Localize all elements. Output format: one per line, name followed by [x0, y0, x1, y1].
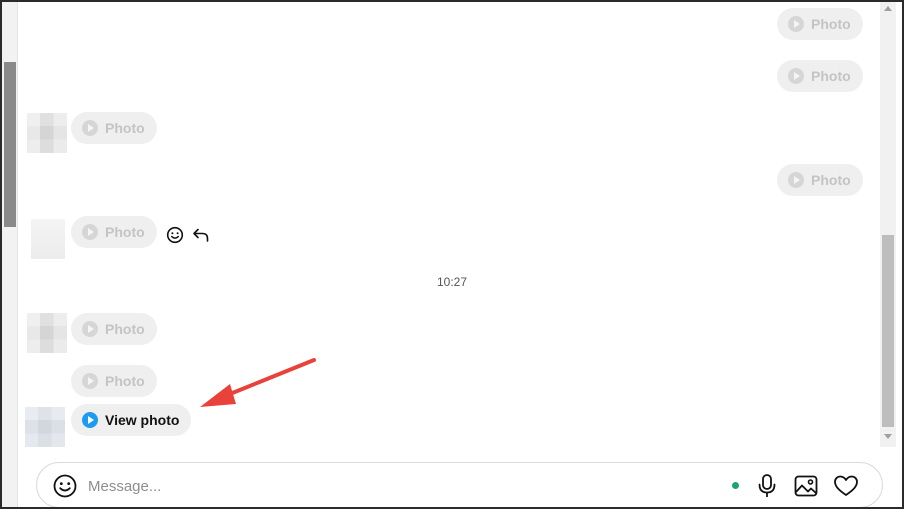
smiley-icon[interactable] [166, 226, 184, 244]
play-icon [788, 172, 804, 188]
message-hover-actions [166, 226, 210, 244]
emoji-icon[interactable] [52, 473, 78, 499]
photo-message[interactable]: Photo [777, 60, 863, 92]
annotation-arrow-icon [200, 358, 316, 407]
photo-message-label: Photo [811, 172, 851, 188]
photo-message[interactable]: Photo [71, 112, 157, 144]
sender-avatar[interactable] [31, 219, 65, 259]
photo-message[interactable]: Photo [777, 8, 863, 40]
photo-message-label: Photo [811, 16, 851, 32]
photo-message-label: Photo [105, 373, 145, 389]
left-scroll-thumb[interactable] [4, 62, 16, 227]
reply-icon[interactable] [192, 226, 210, 244]
heart-icon[interactable] [833, 473, 859, 499]
play-icon [82, 321, 98, 337]
scroll-thumb[interactable] [882, 235, 894, 427]
view-photo-label: View photo [105, 412, 180, 428]
play-icon [82, 224, 98, 240]
photo-message[interactable]: Photo [71, 313, 157, 345]
photo-message[interactable]: Photo [777, 164, 863, 196]
play-icon [788, 16, 804, 32]
scroll-down-arrow-icon[interactable] [884, 434, 892, 439]
image-icon[interactable] [793, 473, 819, 499]
message-input[interactable] [88, 475, 688, 497]
sender-avatar[interactable] [27, 113, 67, 153]
left-scroll-strip [2, 2, 18, 507]
online-status-dot [732, 482, 739, 489]
view-photo-button[interactable]: View photo [71, 404, 192, 436]
play-icon [82, 373, 98, 389]
play-icon [788, 68, 804, 84]
play-icon [82, 412, 98, 428]
scroll-up-arrow-icon[interactable] [884, 6, 892, 11]
photo-message-label: Photo [105, 321, 145, 337]
photo-message-label: Photo [105, 120, 145, 136]
sender-avatar[interactable] [25, 407, 65, 447]
photo-message-label: Photo [105, 224, 145, 240]
sender-avatar[interactable] [27, 313, 67, 353]
photo-message[interactable]: Photo [71, 365, 157, 397]
thread-scrollbar[interactable] [880, 2, 896, 447]
chat-window: Photo Photo Photo Photo Photo 10:27 Phot… [0, 0, 904, 509]
photo-message[interactable]: Photo [71, 216, 157, 248]
message-timestamp: 10:27 [436, 275, 468, 289]
microphone-icon[interactable] [756, 473, 778, 499]
message-composer [36, 462, 883, 507]
photo-message-label: Photo [811, 68, 851, 84]
play-icon [82, 120, 98, 136]
